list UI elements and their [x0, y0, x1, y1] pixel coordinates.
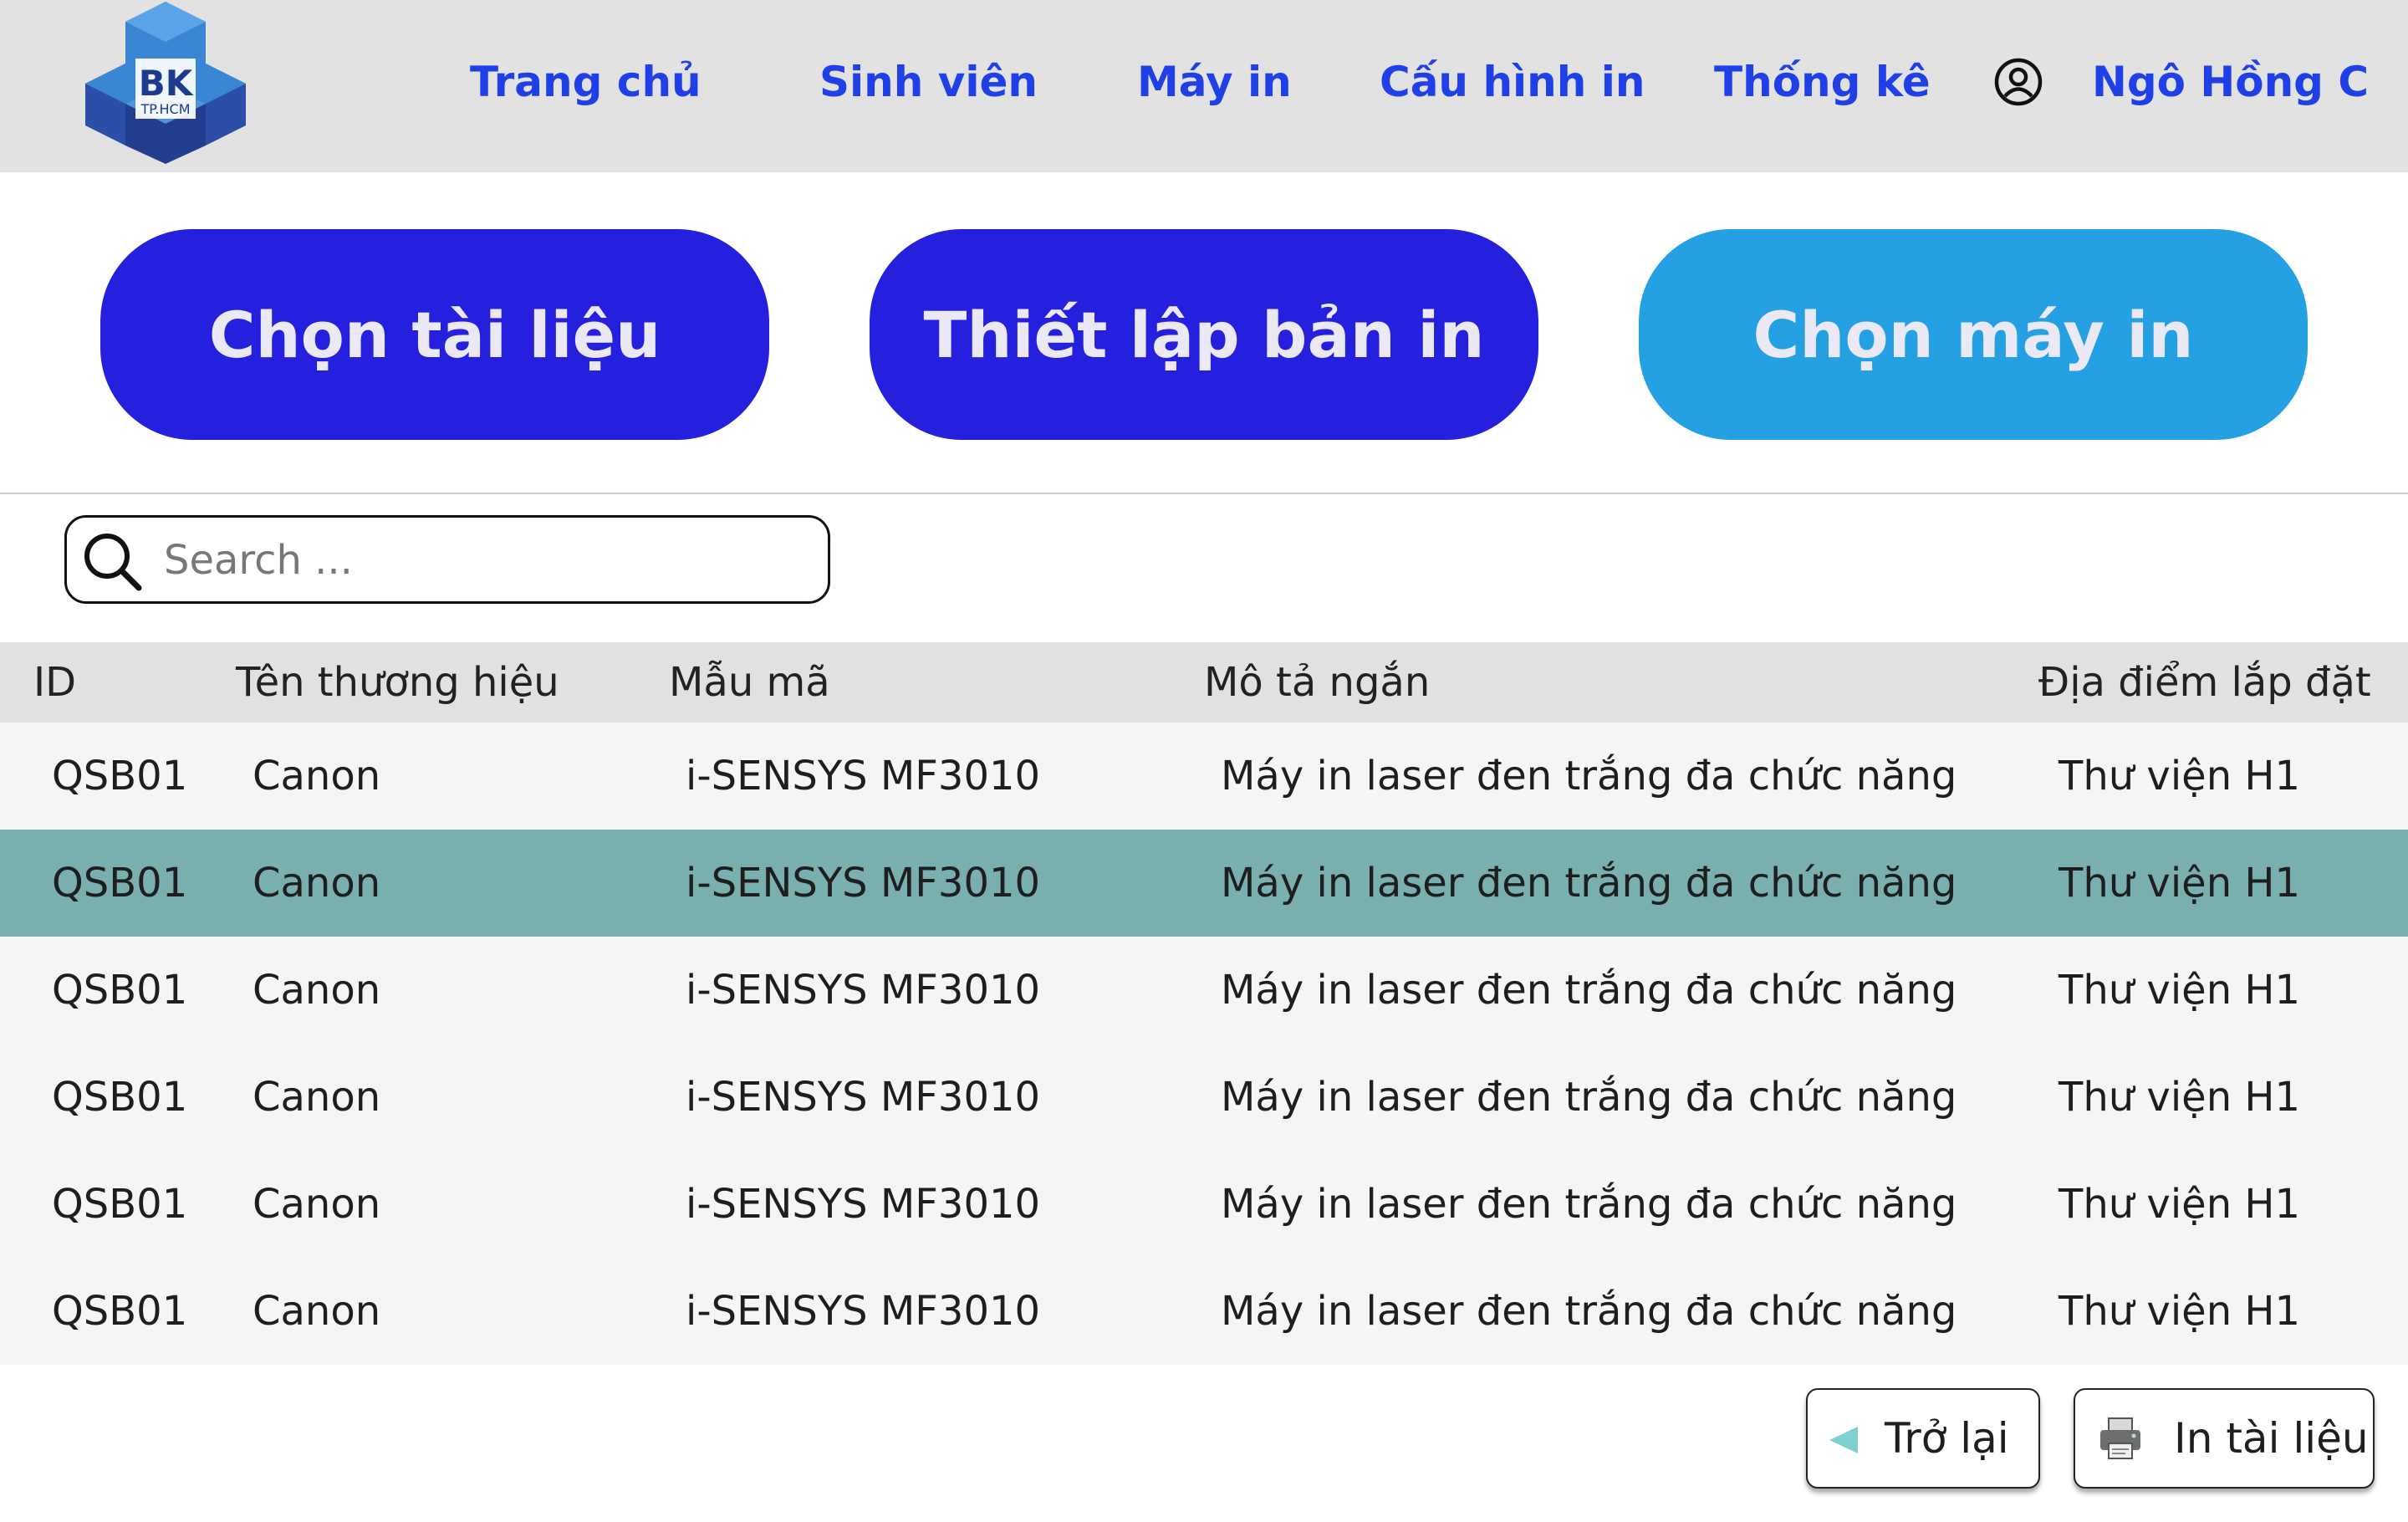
cell-brand: Canon [253, 967, 381, 1014]
cell-description: Máy in laser đen trắng đa chức năng [1221, 860, 1957, 907]
cell-brand: Canon [253, 1288, 381, 1335]
logo-subtext: TP.HCM [140, 101, 190, 117]
table-row[interactable]: QSB01 Canon i-SENSYS MF3010 Máy in laser… [0, 1151, 2408, 1258]
cell-location: Thư viện H1 [2059, 1288, 2301, 1335]
cell-model: i-SENSYS MF3010 [686, 967, 1041, 1014]
table-row[interactable]: QSB01 Canon i-SENSYS MF3010 Máy in laser… [0, 1258, 2408, 1365]
cell-model: i-SENSYS MF3010 [686, 1074, 1041, 1121]
cell-id: QSB01 [52, 753, 188, 799]
table-row[interactable]: QSB01 Canon i-SENSYS MF3010 Máy in laser… [0, 1044, 2408, 1151]
step-label: Chọn tài liệu [208, 297, 661, 372]
cell-model: i-SENSYS MF3010 [686, 753, 1041, 799]
nav-students[interactable]: Sinh viên [819, 57, 1038, 107]
print-button-label: In tài liệu [2174, 1414, 2369, 1463]
cell-id: QSB01 [52, 1181, 188, 1228]
bk-logo[interactable]: BK TP.HCM [84, 0, 247, 164]
printer-table: ID Tên thương hiệu Mẫu mã Mô tả ngắn Địa… [0, 642, 2408, 1365]
cell-location: Thư viện H1 [2059, 753, 2301, 799]
cell-model: i-SENSYS MF3010 [686, 860, 1041, 907]
step-label: Thiết lập bản in [923, 297, 1485, 372]
step-print-settings-button[interactable]: Thiết lập bản in [870, 229, 1538, 440]
divider [0, 493, 2408, 494]
cell-description: Máy in laser đen trắng đa chức năng [1221, 1181, 1957, 1228]
back-button-label: Trở lại [1885, 1414, 2009, 1463]
cell-brand: Canon [253, 860, 381, 907]
printer-icon [2100, 1417, 2140, 1459]
user-circle-icon[interactable] [1993, 57, 2043, 107]
cell-model: i-SENSYS MF3010 [686, 1288, 1041, 1335]
nav-home[interactable]: Trang chủ [470, 57, 701, 107]
cell-brand: Canon [253, 753, 381, 799]
step-choose-printer-button[interactable]: Chọn máy in [1639, 229, 2308, 440]
column-header-brand: Tên thương hiệu [236, 659, 559, 706]
column-header-id: ID [33, 659, 77, 706]
column-header-model: Mẫu mã [669, 659, 830, 706]
cell-id: QSB01 [52, 967, 188, 1014]
column-header-location: Địa điểm lắp đặt [2038, 659, 2371, 706]
cell-brand: Canon [253, 1074, 381, 1121]
cell-location: Thư viện H1 [2059, 860, 2301, 907]
search-box[interactable] [64, 515, 830, 604]
nav-printers[interactable]: Máy in [1137, 57, 1292, 107]
cell-description: Máy in laser đen trắng đa chức năng [1221, 1074, 1957, 1121]
cell-description: Máy in laser đen trắng đa chức năng [1221, 753, 1957, 799]
table-row-selected[interactable]: QSB01 Canon i-SENSYS MF3010 Máy in laser… [0, 830, 2408, 937]
back-button[interactable]: Trở lại [1806, 1388, 2040, 1489]
user-name[interactable]: Ngô Hồng C [2092, 57, 2369, 107]
step-label: Chọn máy in [1752, 297, 2194, 372]
search-input[interactable] [164, 533, 799, 588]
cell-id: QSB01 [52, 860, 188, 907]
cell-location: Thư viện H1 [2059, 967, 2301, 1014]
triangle-left-icon [1829, 1427, 1858, 1453]
cell-id: QSB01 [52, 1074, 188, 1121]
cell-id: QSB01 [52, 1288, 188, 1335]
cell-description: Máy in laser đen trắng đa chức năng [1221, 1288, 1957, 1335]
search-icon [84, 534, 142, 591]
cell-model: i-SENSYS MF3010 [686, 1181, 1041, 1228]
top-navbar: BK TP.HCM Trang chủ Sinh viên Máy in Cấu… [0, 0, 2408, 172]
cell-location: Thư viện H1 [2059, 1181, 2301, 1228]
table-header-row: ID Tên thương hiệu Mẫu mã Mô tả ngắn Địa… [0, 642, 2408, 723]
cell-brand: Canon [253, 1181, 381, 1228]
nav-statistics[interactable]: Thống kê [1714, 57, 1931, 107]
logo-text: BK [139, 63, 194, 104]
step-choose-document-button[interactable]: Chọn tài liệu [100, 229, 769, 440]
table-row[interactable]: QSB01 Canon i-SENSYS MF3010 Máy in laser… [0, 937, 2408, 1044]
print-document-button[interactable]: In tài liệu [2074, 1388, 2375, 1489]
table-row[interactable]: QSB01 Canon i-SENSYS MF3010 Máy in laser… [0, 723, 2408, 830]
column-header-description: Mô tả ngắn [1204, 659, 1431, 706]
cell-location: Thư viện H1 [2059, 1074, 2301, 1121]
cell-description: Máy in laser đen trắng đa chức năng [1221, 967, 1957, 1014]
nav-print-config[interactable]: Cấu hình in [1380, 57, 1645, 107]
